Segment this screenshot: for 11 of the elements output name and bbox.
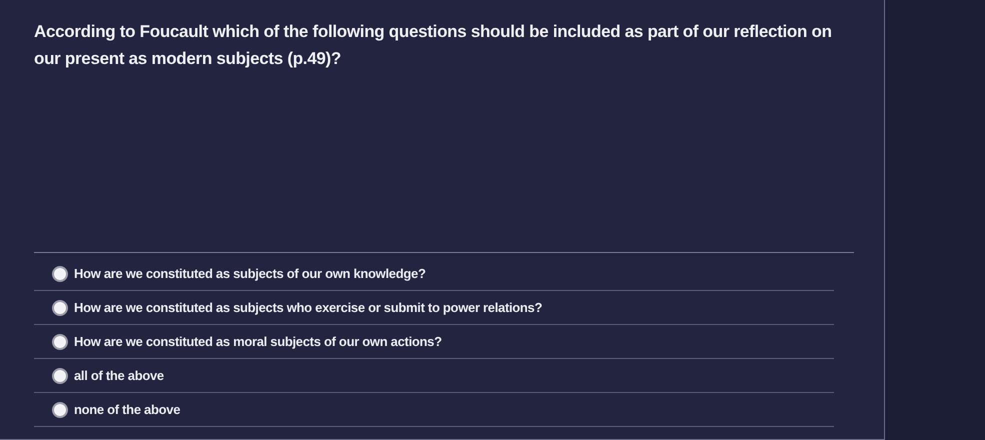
radio-button[interactable] bbox=[52, 300, 68, 316]
option-label: How are we constituted as subjects who exercise or submit to power relations? bbox=[74, 298, 542, 317]
option-label: all of the above bbox=[74, 366, 164, 385]
radio-button[interactable] bbox=[52, 334, 68, 350]
option-label: How are we constituted as subjects of our own knowledge? bbox=[74, 264, 426, 283]
radio-button[interactable] bbox=[52, 402, 68, 418]
option-label: How are we constituted as moral subjects of our own actions? bbox=[74, 332, 442, 351]
radio-button[interactable] bbox=[52, 368, 68, 384]
radio-button[interactable] bbox=[52, 266, 68, 282]
question-text: According to Foucault which of the following questions should be included as part of our reflection on our present as modern subjects (p.49)? bbox=[34, 21, 833, 70]
option-label: none of the above bbox=[74, 400, 180, 419]
